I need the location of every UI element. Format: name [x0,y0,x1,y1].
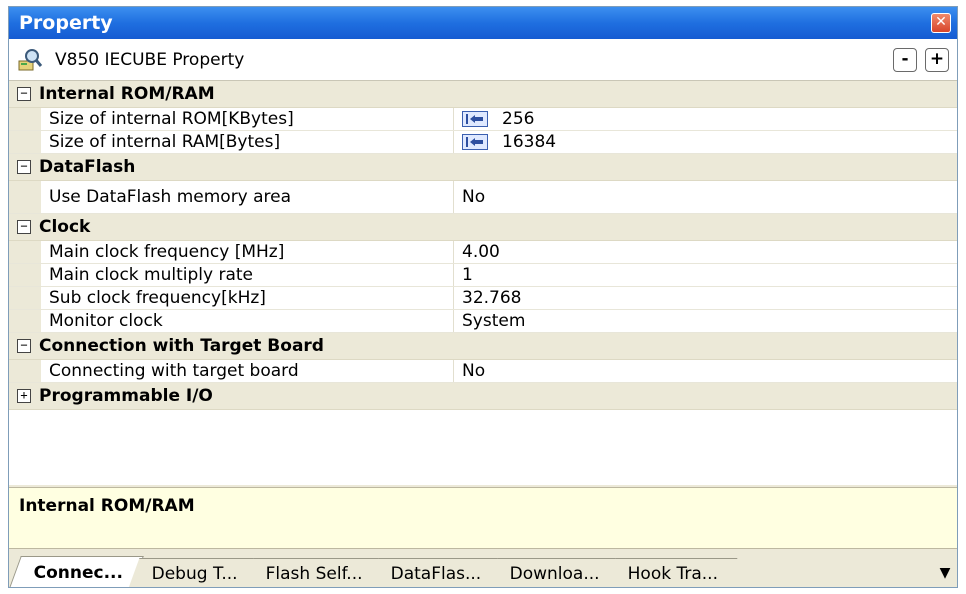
property-row[interactable]: Monitor clock System [9,310,957,333]
property-value[interactable]: 1 [454,264,957,286]
property-value-text: 256 [502,109,535,129]
property-name: Size of internal RAM[Bytes] [41,131,454,153]
tab-label: Downloa... [509,563,600,584]
property-row[interactable]: Connecting with target board No [9,360,957,383]
tab-strip: Connec... Debug T... Flash Self... DataF… [9,552,957,587]
category-label: Internal ROM/RAM [39,84,215,104]
tab-overflow-icon[interactable]: ▼ [933,558,957,587]
tab-label: Flash Self... [266,563,363,584]
property-value[interactable]: 16384 [454,131,957,153]
tab-hook-transaction[interactable]: Hook Tra... [604,558,738,587]
tab-label: Connec... [33,562,124,583]
expand-toggle-icon[interactable]: + [17,389,31,403]
tab-label: Debug T... [152,563,239,584]
category-dataflash[interactable]: − DataFlash [9,154,957,181]
property-value[interactable]: System [454,310,957,332]
tab-dataflash[interactable]: DataFlas... [367,558,502,587]
reference-value-icon [462,111,488,127]
expand-all-button[interactable]: + [925,47,949,72]
collapse-toggle-icon[interactable]: − [17,339,31,353]
property-value[interactable]: No [454,181,957,213]
property-name: Main clock frequency [MHz] [41,241,454,263]
tab-debug-tool[interactable]: Debug T... [128,558,258,587]
property-row[interactable]: Size of internal RAM[Bytes] 16384 [9,131,957,154]
property-name: Connecting with target board [41,360,454,382]
category-programmable-io[interactable]: + Programmable I/O [9,383,957,410]
window-title: Property [19,12,113,34]
tab-label: Hook Tra... [627,563,718,584]
property-name: Size of internal ROM[KBytes] [41,108,454,130]
property-grid: − Internal ROM/RAM Size of internal ROM[… [9,81,957,485]
property-name: Main clock multiply rate [41,264,454,286]
property-value[interactable]: 256 [454,108,957,130]
category-clock[interactable]: − Clock [9,214,957,241]
property-value-text: 16384 [502,132,557,152]
category-label: Clock [39,217,91,237]
collapse-toggle-icon[interactable]: − [17,87,31,101]
property-name: Use DataFlash memory area [41,181,454,213]
panel-name: V850 IECUBE Property [55,49,245,70]
property-row[interactable]: Use DataFlash memory area No [9,181,957,214]
category-label: Programmable I/O [39,386,213,406]
property-toolbar: V850 IECUBE Property - + [9,39,957,81]
description-title: Internal ROM/RAM [19,496,195,516]
property-value[interactable]: 32.768 [454,287,957,309]
collapse-toggle-icon[interactable]: − [17,220,31,234]
tab-flash-self[interactable]: Flash Self... [242,558,383,587]
tab-label: DataFlas... [390,563,482,584]
category-internal-rom-ram[interactable]: − Internal ROM/RAM [9,81,957,108]
property-name: Monitor clock [41,310,454,332]
property-window: Property ✕ V850 IECUBE Property - + − In… [8,6,958,588]
property-row[interactable]: Main clock multiply rate 1 [9,264,957,287]
collapse-all-button[interactable]: - [893,47,917,72]
reference-value-icon [462,134,488,150]
title-bar[interactable]: Property ✕ [9,7,957,39]
tab-download[interactable]: Downloa... [486,558,620,587]
property-value[interactable]: 4.00 [454,241,957,263]
property-icon [17,47,43,73]
property-row[interactable]: Sub clock frequency[kHz] 32.768 [9,287,957,310]
category-label: DataFlash [39,157,136,177]
description-panel: Internal ROM/RAM [9,487,957,549]
tab-connect[interactable]: Connec... [9,556,145,587]
property-row[interactable]: Size of internal ROM[KBytes] 256 [9,108,957,131]
property-value[interactable]: No [454,360,957,382]
property-name: Sub clock frequency[kHz] [41,287,454,309]
category-connection-with-target-board[interactable]: − Connection with Target Board [9,333,957,360]
collapse-toggle-icon[interactable]: − [17,160,31,174]
property-row[interactable]: Main clock frequency [MHz] 4.00 [9,241,957,264]
category-label: Connection with Target Board [39,336,324,356]
close-icon[interactable]: ✕ [931,13,951,33]
